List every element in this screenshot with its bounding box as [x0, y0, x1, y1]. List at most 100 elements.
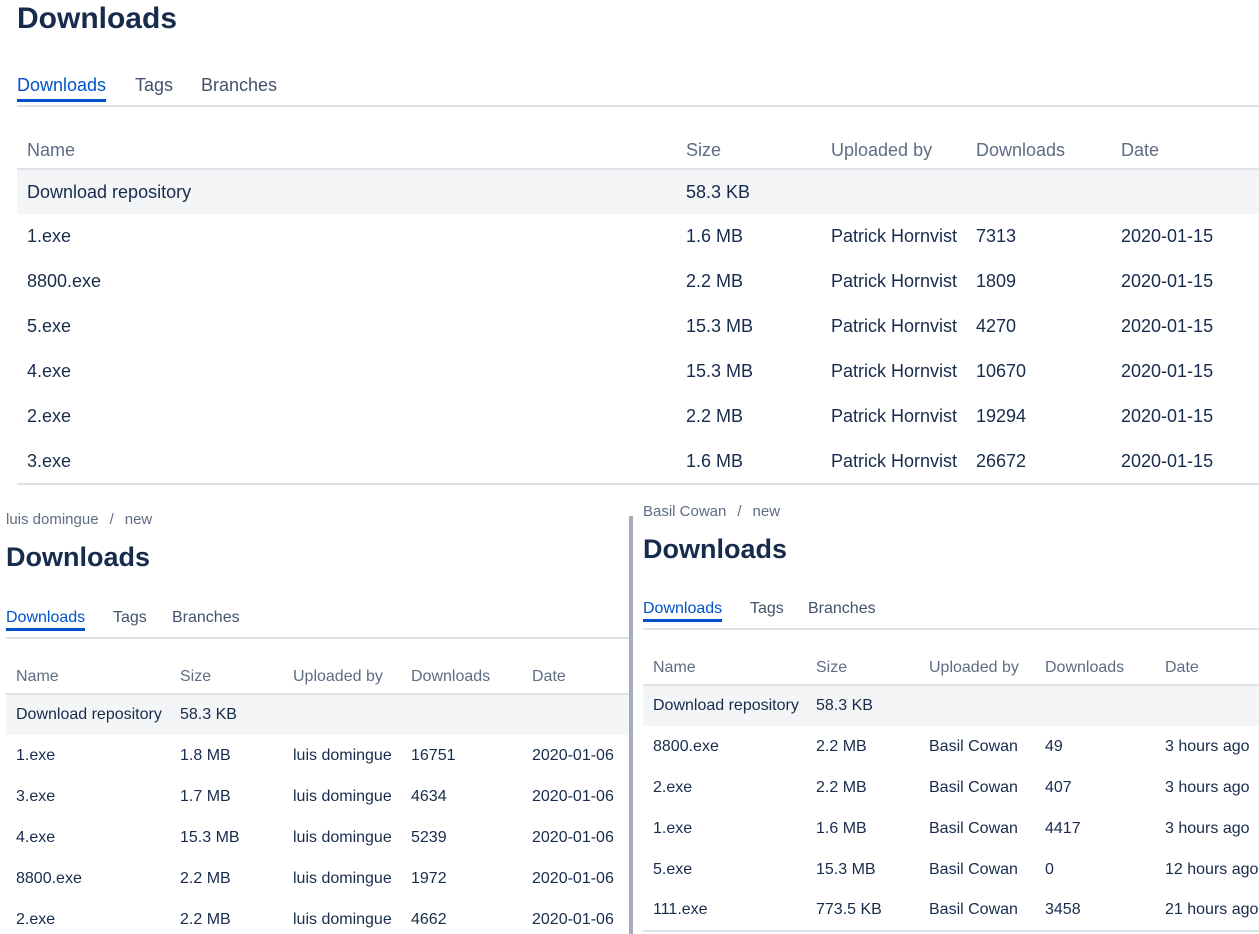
column-header-size[interactable]: Size [816, 649, 929, 686]
file-link[interactable]: 4.exe [17, 349, 686, 394]
download-repository-row[interactable]: Download repository 58.3 KB [17, 169, 1259, 214]
downloads-table: Name Size Uploaded by Downloads Date Dow… [643, 649, 1259, 932]
downloads-table: Name Size Uploaded by Downloads Date Dow… [6, 658, 630, 934]
column-header-uploaded-by[interactable]: Uploaded by [293, 658, 411, 695]
table-row: 3.exe 1.6 MB Patrick Hornvist 26672 2020… [17, 439, 1259, 485]
column-header-name[interactable]: Name [17, 128, 686, 170]
table-row: 1.exe 1.6 MB Basil Cowan 4417 3 hours ag… [643, 808, 1259, 849]
file-link[interactable]: 2.exe [17, 394, 686, 439]
file-link[interactable]: 3.exe [6, 776, 180, 817]
file-link[interactable]: 2.exe [6, 899, 180, 934]
column-header-downloads[interactable]: Downloads [976, 128, 1121, 170]
page-title: Downloads [6, 542, 151, 572]
breadcrumb-repo[interactable]: new [753, 503, 781, 520]
tab-branches[interactable]: Branches [808, 600, 876, 618]
table-row: 1.exe 1.6 MB Patrick Hornvist 7313 2020-… [17, 214, 1259, 259]
download-count: 7313 [976, 226, 1017, 246]
file-size: 1.6 MB [816, 819, 867, 837]
tab-tags[interactable]: Tags [750, 600, 784, 618]
uploader: Patrick Hornvist [831, 316, 958, 336]
page-title: Downloads [17, 2, 178, 35]
column-header-date[interactable]: Date [1165, 649, 1259, 686]
download-repository-row[interactable]: Download repository 58.3 KB [643, 685, 1259, 726]
upload-date: 2020-01-06 [532, 828, 614, 846]
file-link[interactable]: 4.exe [6, 817, 180, 858]
file-link[interactable]: 2.exe [643, 767, 816, 808]
file-size: 1.8 MB [180, 746, 231, 764]
breadcrumb: Basil Cowan / new [643, 503, 780, 520]
column-header-uploaded-by[interactable]: Uploaded by [929, 649, 1045, 686]
file-size: 2.2 MB [686, 406, 744, 426]
column-header-name[interactable]: Name [6, 658, 180, 695]
uploader: Basil Cowan [929, 819, 1018, 837]
file-size: 1.6 MB [686, 439, 831, 485]
file-size: 15.3 MB [686, 316, 754, 336]
download-repository-row[interactable]: Download repository 58.3 KB [6, 694, 630, 735]
file-link[interactable]: 1.exe [17, 214, 686, 259]
column-header-size[interactable]: Size [180, 658, 293, 695]
file-size: 58.3 KB [180, 694, 293, 735]
downloads-panel-right: Basil Cowan / new Downloads Downloads Tags… [633, 492, 1259, 934]
tab-downloads[interactable]: Downloads [17, 75, 107, 102]
table-header: Name Size Uploaded by Downloads Date [643, 649, 1259, 686]
file-link[interactable]: 8800.exe [6, 858, 180, 899]
download-count: 4662 [411, 910, 447, 928]
column-header-size[interactable]: Size [686, 128, 831, 170]
uploader: luis domingue [293, 910, 392, 928]
download-repository-link[interactable]: Download repository [6, 694, 180, 735]
upload-date: 12 hours ago [1165, 860, 1259, 878]
tab-tags[interactable]: Tags [113, 609, 147, 627]
download-count: 4270 [976, 316, 1017, 336]
column-header-downloads[interactable]: Downloads [411, 658, 532, 695]
uploader: Basil Cowan [929, 860, 1018, 878]
breadcrumb-owner[interactable]: luis domingue [6, 511, 99, 528]
uploader: Patrick Hornvist [831, 226, 958, 246]
uploader: Patrick Hornvist [831, 361, 958, 381]
column-header-date[interactable]: Date [532, 658, 630, 695]
table-row: 1.exe 1.8 MB luis domingue 16751 2020-01… [6, 735, 630, 776]
upload-date: 2020-01-06 [532, 910, 614, 928]
download-repository-link[interactable]: Download repository [643, 685, 816, 726]
downloads-panel-top: Downloads Downloads Tags Branches Name S… [0, 0, 1259, 490]
tab-bar: Downloads Tags Branches [6, 607, 630, 639]
download-repository-link[interactable]: Download repository [17, 169, 686, 214]
file-link[interactable]: 5.exe [643, 849, 816, 890]
file-link[interactable]: 8800.exe [643, 726, 816, 767]
download-count: 26672 [976, 439, 1121, 485]
file-link[interactable]: 1.exe [6, 735, 180, 776]
file-link[interactable]: 111.exe [643, 890, 816, 932]
tab-downloads[interactable]: Downloads [6, 609, 86, 631]
download-count: 5239 [411, 828, 447, 846]
table-row: 111.exe 773.5 KB Basil Cowan 3458 21 hou… [643, 890, 1259, 932]
uploader: Patrick Hornvist [831, 406, 958, 426]
file-link[interactable]: 8800.exe [17, 259, 686, 304]
breadcrumb-repo[interactable]: new [125, 511, 153, 528]
column-header-uploaded-by[interactable]: Uploaded by [831, 128, 976, 170]
file-size: 773.5 KB [816, 890, 929, 932]
uploader: luis domingue [293, 787, 392, 805]
tab-downloads[interactable]: Downloads [643, 600, 723, 622]
file-size: 2.2 MB [816, 737, 867, 755]
upload-date: 2020-01-15 [1121, 226, 1214, 246]
uploader: luis domingue [293, 746, 392, 764]
tab-branches[interactable]: Branches [201, 75, 277, 96]
upload-date: 2020-01-15 [1121, 316, 1214, 336]
column-header-downloads[interactable]: Downloads [1045, 649, 1165, 686]
tab-tags[interactable]: Tags [135, 75, 173, 96]
download-count: 0 [1045, 860, 1054, 878]
download-count: 407 [1045, 778, 1072, 796]
file-link[interactable]: 3.exe [17, 439, 686, 485]
uploader: Basil Cowan [929, 778, 1018, 796]
breadcrumb-owner[interactable]: Basil Cowan [643, 503, 726, 520]
file-link[interactable]: 1.exe [643, 808, 816, 849]
file-link[interactable]: 5.exe [17, 304, 686, 349]
file-size: 2.2 MB [686, 271, 744, 291]
upload-date: 2020-01-06 [532, 787, 614, 805]
column-header-name[interactable]: Name [643, 649, 816, 686]
download-count: 10670 [976, 361, 1027, 381]
column-header-date[interactable]: Date [1121, 128, 1259, 170]
uploader: Basil Cowan [929, 737, 1018, 755]
table-row: 8800.exe 2.2 MB luis domingue 1972 2020-… [6, 858, 630, 899]
page-title: Downloads [643, 534, 788, 564]
tab-branches[interactable]: Branches [172, 609, 240, 627]
